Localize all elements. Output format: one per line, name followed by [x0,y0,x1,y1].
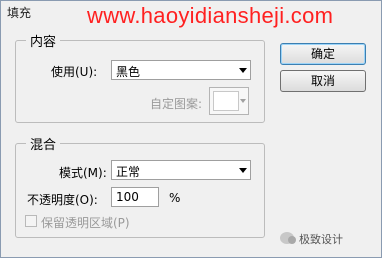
chevron-down-icon [240,99,246,103]
use-select-value: 黑色 [116,65,141,79]
mode-label: 模式(M): [59,166,107,180]
window-title: 填充 [7,6,32,20]
use-select[interactable]: 黑色 [111,60,251,80]
content-group-legend: 内容 [30,35,57,50]
custom-pattern-label: 自定图案: [150,97,203,111]
fill-dialog: 填充 www.haoyidiansheji.com 内容 使用(U): 黑色 自… [0,0,382,258]
opacity-input[interactable] [111,187,159,207]
mode-select[interactable]: 正常 [111,160,251,180]
preserve-transparency-label: 保留透明区域(P) [41,216,130,230]
cancel-button[interactable]: 取消 [280,70,366,92]
opacity-unit: % [169,191,181,205]
use-label: 使用(U): [51,65,98,79]
chevron-down-icon [239,68,247,73]
chevron-down-icon [239,168,247,173]
watermark: www.haoyidiansheji.com [87,3,334,28]
blend-group-legend: 混合 [30,138,57,153]
wechat-icon [280,232,296,244]
pattern-swatch [213,91,239,111]
mode-select-value: 正常 [116,165,141,179]
custom-pattern-picker[interactable] [209,87,249,115]
brand-label: 极致设计 [299,233,343,246]
ok-button[interactable]: 确定 [280,43,366,65]
opacity-label: 不透明度(O): [27,193,98,207]
preserve-transparency-checkbox[interactable] [25,215,37,227]
